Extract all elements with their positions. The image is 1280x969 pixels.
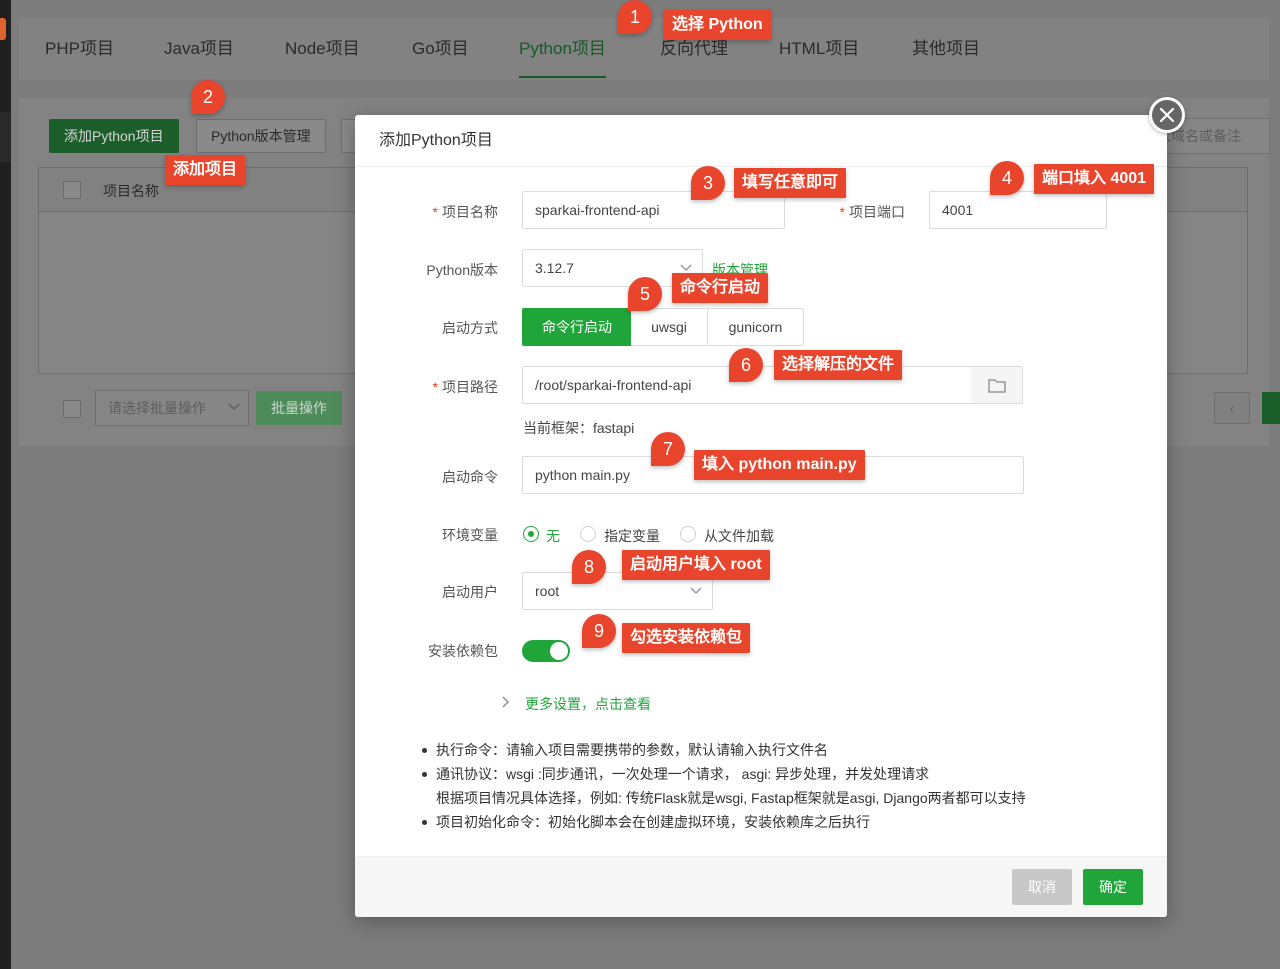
- pager-page-current[interactable]: [1262, 392, 1280, 424]
- annotation-note-5: 命令行启动: [672, 273, 769, 303]
- project-path-label: * 项目路径: [432, 379, 498, 395]
- start-mode-command[interactable]: 命令行启动: [522, 308, 632, 346]
- add-python-project-button[interactable]: 添加Python项目: [49, 119, 179, 153]
- annotation-note-3: 填写任意即可: [734, 168, 847, 198]
- project-port-input[interactable]: 4001: [929, 191, 1107, 229]
- more-settings-link[interactable]: 更多设置，点击查看: [525, 694, 651, 714]
- sidebar-accent-mark: [0, 18, 6, 40]
- tip-item: 项目初始化命令：初始化脚本会在创建虚拟环境，安装依赖库之后执行: [420, 810, 1026, 834]
- env-specified-label: 指定变量: [604, 528, 660, 544]
- tab-java[interactable]: Java项目: [164, 18, 234, 80]
- dialog-title: 添加Python项目: [355, 115, 1167, 167]
- env-specified-radio[interactable]: [580, 526, 596, 542]
- sidebar-active-block: [0, 112, 11, 162]
- annotation-pin-8: 8: [572, 550, 606, 584]
- annotation-pin-6: 6: [729, 348, 763, 382]
- start-mode-label: 启动方式: [442, 320, 498, 336]
- annotation-note-4: 端口填入 4001: [1034, 164, 1155, 194]
- cancel-button[interactable]: 取消: [1012, 869, 1072, 905]
- tab-python[interactable]: Python项目: [505, 18, 620, 80]
- annotation-pin-4: 4: [990, 161, 1024, 195]
- folder-icon: [988, 379, 1006, 393]
- select-all-checkbox[interactable]: [63, 181, 81, 199]
- chevron-down-icon: [690, 587, 702, 595]
- batch-checkbox[interactable]: [63, 400, 81, 418]
- env-none-label: 无: [546, 528, 560, 544]
- python-version-label: Python版本: [426, 262, 498, 278]
- project-name-label: * 项目名称: [432, 204, 498, 220]
- start-mode-uwsgi[interactable]: uwsgi: [631, 308, 708, 346]
- python-version-value: 3.12.7: [535, 260, 574, 276]
- browse-folder-button[interactable]: [971, 366, 1023, 404]
- tips-list: 执行命令：请输入项目需要携带的参数，默认请输入执行文件名 通讯协议：wsgi :…: [420, 738, 1026, 834]
- left-sidebar-strip: [0, 0, 11, 969]
- python-version-button[interactable]: Python版本管理: [196, 119, 326, 153]
- chevron-right-icon: [502, 696, 509, 708]
- start-user-value: root: [535, 583, 560, 599]
- tip-item: 通讯协议：wsgi :同步通讯，一次处理一个请求， asgi: 异步处理，并发处…: [420, 762, 1026, 786]
- env-none-radio[interactable]: [523, 526, 539, 542]
- install-deps-toggle[interactable]: [522, 640, 570, 662]
- pager-prev[interactable]: ‹: [1214, 392, 1250, 424]
- start-mode-gunicorn[interactable]: gunicorn: [707, 308, 804, 346]
- annotation-pin-3: 3: [691, 166, 725, 200]
- project-port-label: * 项目端口: [839, 204, 905, 220]
- annotation-note-6: 选择解压的文件: [774, 350, 903, 380]
- tab-html[interactable]: HTML项目: [779, 18, 859, 80]
- env-file-radio[interactable]: [680, 526, 696, 542]
- annotation-note-8: 启动用户填入 root: [622, 550, 770, 580]
- annotation-note-7: 填入 python main.py: [694, 450, 865, 480]
- confirm-button[interactable]: 确定: [1083, 869, 1143, 905]
- chevron-down-icon: [680, 264, 692, 272]
- annotation-pin-2: 2: [191, 80, 225, 114]
- env-file-label: 从文件加载: [704, 528, 774, 544]
- chevron-down-icon: [228, 403, 240, 411]
- batch-select[interactable]: 请选择批量操作: [95, 390, 249, 426]
- annotation-note-9: 勾选安装依赖包: [622, 623, 751, 653]
- tip-item: 执行命令：请输入项目需要携带的参数，默认请输入执行文件名: [420, 738, 1026, 762]
- tab-php[interactable]: PHP项目: [45, 18, 114, 80]
- toggle-knob: [550, 642, 568, 660]
- annotation-pin-9: 9: [582, 614, 616, 648]
- start-user-label: 启动用户: [442, 584, 498, 600]
- col-project-name: 项目名称: [103, 183, 159, 199]
- annotation-pin-7: 7: [651, 432, 685, 466]
- annotation-pin-5: 5: [628, 277, 662, 311]
- tab-node[interactable]: Node项目: [285, 18, 360, 80]
- tab-other[interactable]: 其他项目: [912, 18, 980, 80]
- annotation-note-1: 选择 Python: [664, 10, 771, 40]
- current-framework-text: 当前框架：fastapi: [523, 420, 635, 436]
- annotation-pin-1: 1: [618, 0, 652, 34]
- close-icon: [1159, 107, 1175, 123]
- batch-select-placeholder: 请选择批量操作: [108, 400, 206, 416]
- tab-go[interactable]: Go项目: [412, 18, 469, 80]
- install-deps-label: 安装依赖包: [428, 643, 498, 659]
- start-command-label: 启动命令: [442, 469, 498, 485]
- dialog-close-button[interactable]: [1149, 97, 1185, 133]
- env-label: 环境变量: [442, 527, 498, 543]
- tip-item: 根据项目情况具体选择，例如: 传统Flask就是wsgi, Fastap框架就是…: [436, 790, 1026, 806]
- annotation-note-2: 添加项目: [165, 155, 246, 185]
- batch-action-button[interactable]: 批量操作: [256, 391, 342, 425]
